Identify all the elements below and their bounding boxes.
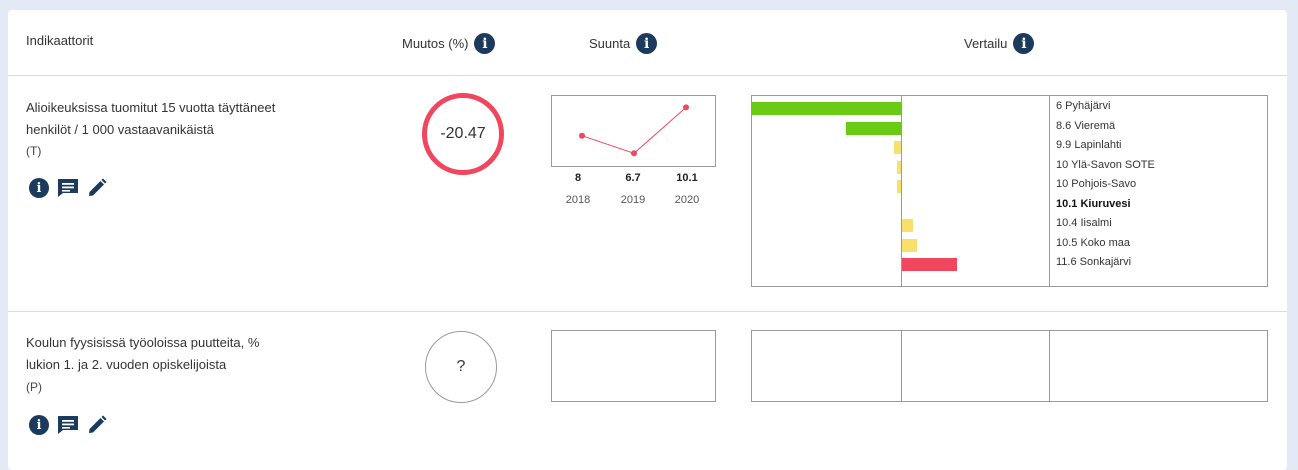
change-info-icon[interactable]: i: [474, 33, 496, 54]
indicator-name-line: Koulun fyysisissä työoloissa puutteita, …: [26, 335, 260, 350]
comment-icon[interactable]: [57, 178, 79, 198]
trend-year: 2020: [674, 194, 700, 206]
header-comparison: Vertailu i: [964, 33, 1035, 54]
comparison-bar: [897, 160, 901, 174]
header-indicators-label: Indikaattorit: [26, 33, 94, 48]
header-direction-label: Suunta: [589, 36, 631, 51]
comparison-bar: [751, 102, 901, 115]
indicator-code: (P): [26, 380, 42, 394]
indicator-name-line: henkilöt / 1 000 vastaavanikäistä: [26, 122, 214, 137]
comparison-info-icon[interactable]: i: [1013, 33, 1035, 54]
trend-line: [581, 107, 687, 154]
comparison-divider: [901, 331, 902, 401]
trend-point: [631, 150, 637, 157]
trend-value: 6.7: [625, 172, 641, 184]
change-value: -20.47: [440, 125, 486, 142]
indicator-name-line: lukion 1. ja 2. vuoden opiskelijoista: [26, 357, 227, 372]
comparison-label: 9.9 Lapinlahti: [1056, 139, 1122, 151]
comparison-bar: [902, 238, 917, 252]
comparison-divider: [1049, 96, 1050, 286]
trend-year: 2019: [620, 194, 646, 206]
change-value-circle: -20.47: [422, 93, 504, 175]
comparison-divider: [1049, 331, 1050, 401]
header-direction: Suunta i: [589, 33, 658, 54]
header-indicators: Indikaattorit: [26, 33, 93, 48]
indicator-name: Alioikeuksissa tuomitut 15 vuotta täyttä…: [26, 97, 386, 141]
comparison-label: 10.1 Kiuruvesi: [1056, 197, 1131, 210]
edit-icon[interactable]: [87, 415, 107, 435]
header-change: Muutos (%) i: [402, 33, 496, 54]
indicator-actions: i: [29, 415, 107, 435]
info-icon[interactable]: i: [29, 415, 49, 435]
comparison-label: 10 Ylä-Savon SOTE: [1056, 158, 1155, 171]
trend-point: [683, 104, 689, 111]
comparison-bar: [902, 258, 957, 271]
indicator-name: Koulun fyysisissä työoloissa puutteita, …: [26, 332, 386, 376]
comparison-bar: [893, 141, 901, 154]
trend-point: [579, 132, 585, 139]
trend-svg: [579, 104, 689, 157]
comparison-label: 8.6 Vieremä: [1056, 119, 1116, 132]
trend-sparkline: [551, 330, 716, 402]
direction-info-icon[interactable]: i: [636, 33, 658, 54]
comparison-bar: [897, 180, 901, 193]
info-icon[interactable]: i: [29, 178, 49, 198]
comparison-bar: [902, 219, 913, 232]
indicator-actions: i: [29, 178, 107, 198]
table-header: Indikaattorit Muutos (%) i Suunta i Vert…: [8, 10, 1287, 76]
comparison-label: 10.5 Koko maa: [1056, 236, 1130, 249]
indicator-name-line: Alioikeuksissa tuomitut 15 vuotta täyttä…: [26, 100, 276, 115]
comparison-chart: [751, 330, 1268, 402]
comparison-bar: [846, 121, 901, 135]
header-comparison-label: Vertailu: [964, 36, 1008, 51]
row-divider: [8, 311, 1287, 312]
comment-icon[interactable]: [57, 415, 79, 435]
comparison-label: 10 Pohjois-Savo: [1056, 178, 1137, 190]
trend-sparkline: [551, 95, 716, 167]
trend-value: 10.1: [676, 172, 698, 184]
indicator-card: Indikaattorit Muutos (%) i Suunta i Vert…: [8, 10, 1287, 470]
trend-year: 2018: [565, 194, 591, 206]
header-change-label: Muutos (%): [402, 36, 469, 51]
change-value: ?: [456, 358, 466, 375]
comparison-chart: 6 Pyhäjärvi 8.6 Vieremä 9.9 Lapinlahti 10 Y…: [751, 95, 1268, 287]
comparison-label: 6 Pyhäjärvi: [1056, 100, 1111, 112]
comparison-label: 10.4 Iisalmi: [1056, 217, 1112, 229]
change-value-circle: ?: [425, 331, 497, 403]
comparison-label: 11.6 Sonkajärvi: [1056, 256, 1132, 268]
trend-value: 8: [574, 172, 582, 184]
edit-icon[interactable]: [87, 178, 107, 198]
indicator-code: (T): [26, 144, 42, 158]
